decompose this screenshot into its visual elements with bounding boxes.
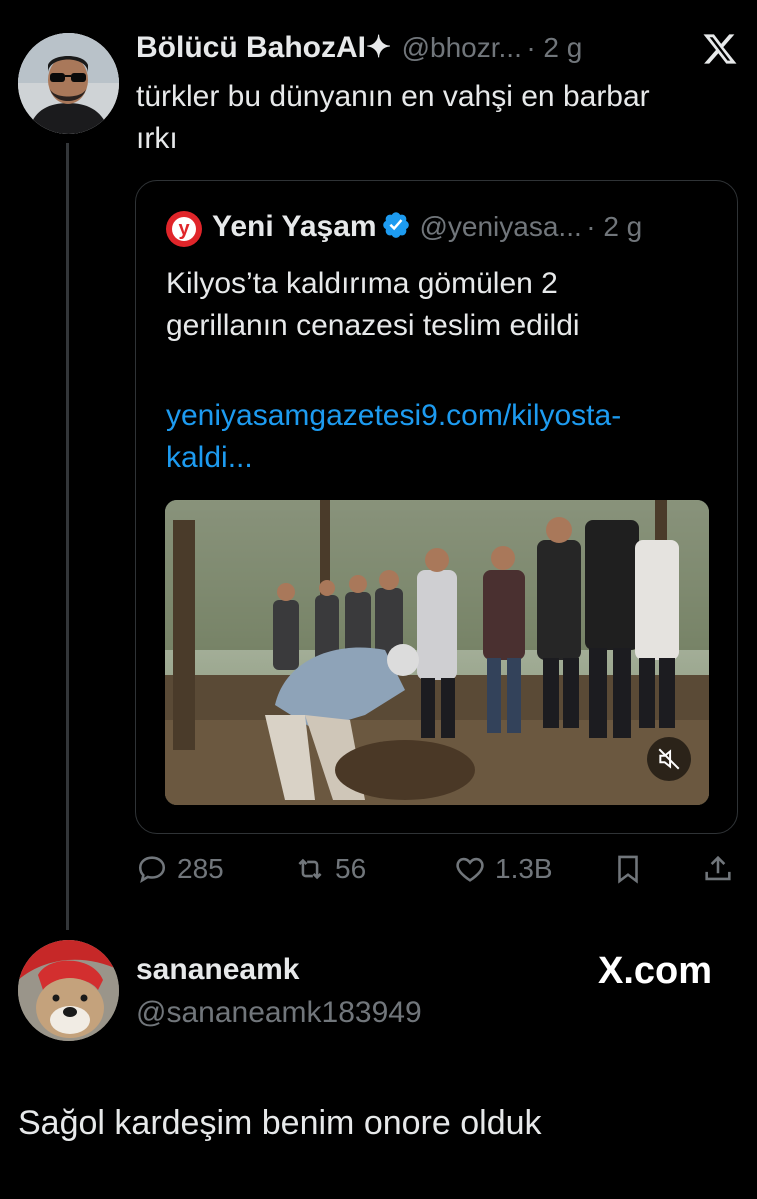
repost-icon bbox=[298, 858, 322, 880]
bookmark-icon bbox=[618, 855, 638, 884]
author-avatar[interactable] bbox=[18, 33, 119, 134]
reply-count: 285 bbox=[177, 853, 224, 884]
reply-author-handle[interactable]: @sananeamk183949 bbox=[136, 996, 422, 1030]
bookmark-button[interactable] bbox=[611, 852, 645, 886]
tweet-actions: 285 56 1.3B bbox=[135, 852, 745, 896]
repost-count: 56 bbox=[335, 853, 367, 884]
x-logo-icon[interactable] bbox=[702, 31, 738, 67]
tweet-text: türkler bu dünyanın en vahşi en barbar ı… bbox=[136, 76, 746, 160]
quote-text-line: gerillanın cenazesi teslim edildi bbox=[166, 309, 580, 342]
quote-time[interactable]: · 2 g bbox=[586, 211, 642, 242]
quote-logo-letter: y bbox=[172, 217, 196, 241]
share-icon bbox=[705, 855, 731, 881]
like-button[interactable]: 1.3B bbox=[453, 852, 553, 886]
tweet-time[interactable]: · 2 g bbox=[526, 32, 582, 63]
tweet-text-line: türkler bu dünyanın en vahşi en barbar bbox=[136, 80, 650, 113]
author-avatar-image bbox=[18, 33, 119, 134]
reply-author-avatar[interactable] bbox=[18, 940, 119, 1041]
tweet-header: Bölücü BahozAI✦ @bhozr... · 2 g bbox=[136, 30, 696, 70]
quote-link-line: yeniyasamgazetesi9.com/kilyosta- bbox=[166, 399, 622, 432]
quote-text: Kilyos’ta kaldırıma gömülen 2 gerillanın… bbox=[166, 263, 726, 347]
thread-line bbox=[66, 143, 69, 930]
reply-text: Sağol kardeşim benim onore olduk bbox=[18, 1104, 542, 1142]
reply-icon bbox=[138, 856, 166, 883]
reply-avatar-image bbox=[18, 940, 119, 1041]
x-com-text: X.com bbox=[598, 950, 713, 992]
like-icon bbox=[456, 857, 484, 882]
quote-header: Yeni Yaşam @yeniyasa... · 2 g bbox=[212, 210, 712, 250]
quote-link-line: kaldi... bbox=[166, 441, 253, 474]
author-handle[interactable]: @bhozr... bbox=[402, 32, 522, 63]
quote-link[interactable]: yeniyasamgazetesi9.com/kilyosta- kaldi..… bbox=[166, 395, 726, 479]
share-button[interactable] bbox=[701, 852, 735, 886]
quote-author-handle[interactable]: @yeniyasa... bbox=[419, 211, 581, 242]
media-scene bbox=[165, 500, 709, 805]
reply-button[interactable]: 285 bbox=[135, 852, 224, 886]
tweet-text-line: ırkı bbox=[136, 122, 178, 155]
mute-icon[interactable] bbox=[647, 737, 691, 781]
like-count: 1.3B bbox=[495, 853, 553, 884]
quote-media-video[interactable] bbox=[165, 500, 709, 805]
reply-author-name[interactable]: sananeamk bbox=[136, 953, 299, 987]
x-com-watermark: X.com bbox=[598, 950, 712, 993]
quote-author-name[interactable]: Yeni Yaşam bbox=[212, 210, 377, 243]
author-name[interactable]: Bölücü BahozAI✦ bbox=[136, 31, 391, 64]
verified-badge-icon bbox=[381, 210, 411, 240]
repost-button[interactable]: 56 bbox=[293, 852, 366, 886]
quote-text-line: Kilyos’ta kaldırıma gömülen 2 bbox=[166, 267, 558, 300]
quote-logo-icon: y bbox=[166, 211, 202, 247]
